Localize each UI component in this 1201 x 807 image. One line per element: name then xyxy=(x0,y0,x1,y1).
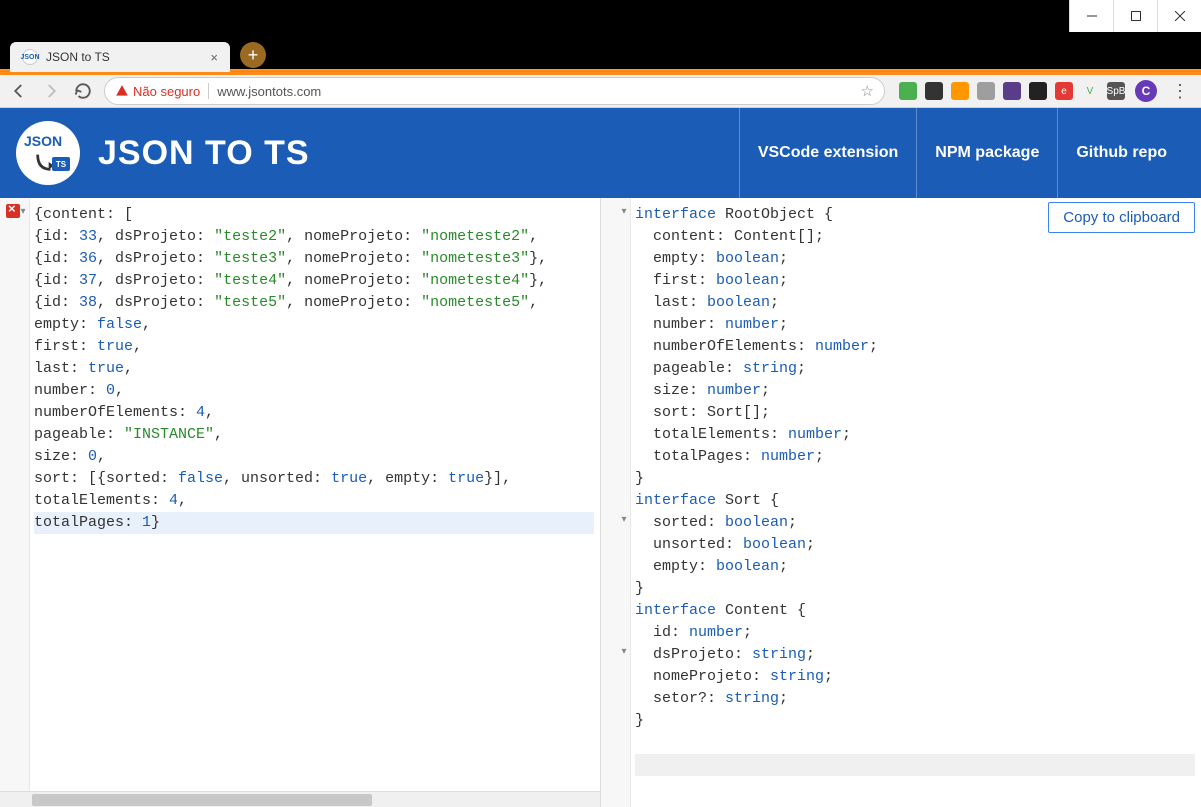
extension-green-dot-icon[interactable] xyxy=(899,82,917,100)
fold-arrow-icon[interactable]: ▾ xyxy=(619,206,629,217)
window-maximize-button[interactable] xyxy=(1113,0,1157,32)
forward-button[interactable] xyxy=(40,80,62,102)
site-logo: JSON TS xyxy=(16,121,80,185)
site-title: JSON TO TS xyxy=(98,134,310,173)
extension-react-icon[interactable] xyxy=(1029,82,1047,100)
left-gutter xyxy=(0,198,30,807)
extensions-tray: eV SpB xyxy=(899,82,1125,100)
extension-orange-diamond-icon[interactable] xyxy=(951,82,969,100)
copy-to-clipboard-button[interactable]: Copy to clipboard xyxy=(1048,202,1195,233)
window-close-button[interactable] xyxy=(1157,0,1201,32)
browser-menu-button[interactable]: ⋮ xyxy=(1167,81,1193,102)
json-code[interactable]: {content: [{id: 33, dsProjeto: "teste2",… xyxy=(34,204,594,534)
ts-output-pane[interactable]: ▾ ▾ ▾ interface RootObject { content: Cont… xyxy=(601,198,1201,807)
fold-arrow-icon[interactable]: ▾ xyxy=(18,206,28,217)
tab-favicon-icon: JSON xyxy=(22,49,38,65)
not-secure-badge[interactable]: Não seguro xyxy=(115,84,200,99)
profile-avatar[interactable]: C xyxy=(1135,80,1157,102)
extension-redux-icon[interactable] xyxy=(1003,82,1021,100)
link-vscode-extension[interactable]: VSCode extension xyxy=(739,108,916,198)
window-minimize-button[interactable] xyxy=(1069,0,1113,32)
right-gutter xyxy=(601,198,631,807)
fold-arrow-icon[interactable]: ▾ xyxy=(619,514,629,525)
reload-button[interactable] xyxy=(72,80,94,102)
browser-tab-active[interactable]: JSON JSON to TS × xyxy=(10,42,230,72)
tab-close-icon[interactable]: × xyxy=(210,50,218,65)
scrollbar-thumb[interactable] xyxy=(32,794,372,806)
browser-tabstrip: JSON JSON to TS × + xyxy=(0,32,1201,72)
fold-arrow-icon[interactable]: ▾ xyxy=(619,646,629,657)
header-nav: VSCode extension NPM package Github repo xyxy=(739,108,1185,198)
extension-cube-icon[interactable] xyxy=(977,82,995,100)
link-github-repo[interactable]: Github repo xyxy=(1057,108,1185,198)
extension-spb-icon[interactable]: SpB xyxy=(1107,82,1125,100)
editor-split: ▾ {content: [{id: 33, dsProjeto: "teste2… xyxy=(0,198,1201,807)
extension-vue-icon[interactable]: V xyxy=(1081,82,1099,100)
ts-code[interactable]: interface RootObject { content: Content[… xyxy=(635,204,1195,732)
new-tab-button[interactable]: + xyxy=(240,42,266,68)
not-secure-label: Não seguro xyxy=(133,84,200,99)
link-npm-package[interactable]: NPM package xyxy=(916,108,1057,198)
back-button[interactable] xyxy=(8,80,30,102)
extension-terminal-icon[interactable] xyxy=(925,82,943,100)
omnibox-separator xyxy=(208,83,209,99)
json-input-pane[interactable]: ▾ {content: [{id: 33, dsProjeto: "teste2… xyxy=(0,198,601,807)
window-titlebar xyxy=(0,0,1201,32)
site-header: JSON TS JSON TO TS VSCode extension NPM … xyxy=(0,108,1201,198)
horizontal-scrollbar[interactable] xyxy=(0,791,600,807)
current-line-highlight xyxy=(635,754,1195,776)
bookmark-star-icon[interactable]: ☆ xyxy=(861,82,874,100)
extension-e-red-icon[interactable]: e xyxy=(1055,82,1073,100)
address-bar[interactable]: Não seguro www.jsontots.com ☆ xyxy=(104,77,885,105)
url-text: www.jsontots.com xyxy=(217,84,321,99)
tab-title: JSON to TS xyxy=(46,50,110,64)
browser-toolbar: Não seguro www.jsontots.com ☆ eV SpB C ⋮ xyxy=(0,72,1201,108)
